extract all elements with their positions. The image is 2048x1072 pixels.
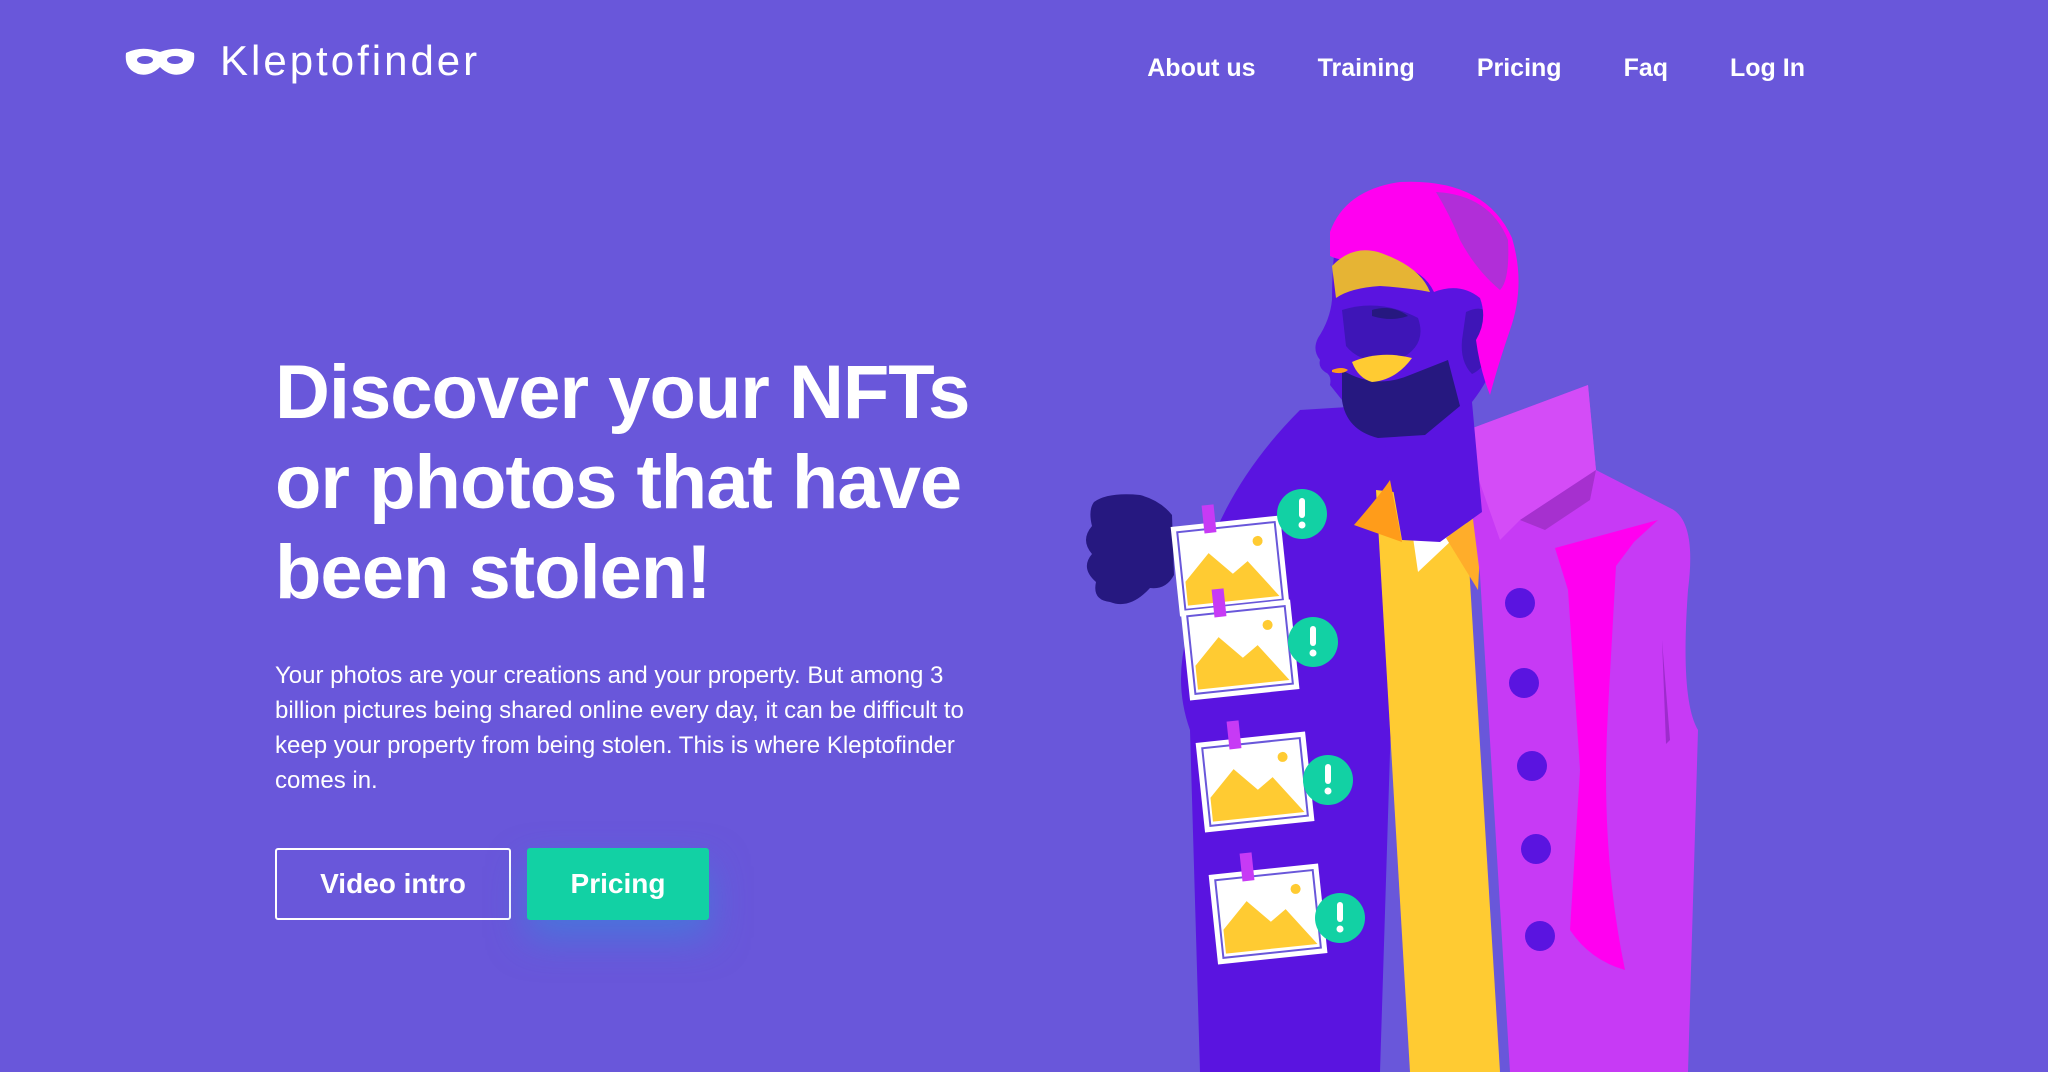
exclamation-icon (1277, 489, 1327, 539)
hero-illustration (1086, 181, 1698, 1072)
brand-logo[interactable]: Kleptofinder (124, 40, 480, 82)
coat-button (1525, 921, 1555, 951)
brand-name: Kleptofinder (220, 37, 481, 84)
coat-button (1521, 834, 1551, 864)
nav-faq[interactable]: Faq (1624, 54, 1668, 83)
hero-section: Discover your NFTs or photos that have b… (275, 348, 995, 920)
hero-title-line: Discover your NFTs (275, 350, 970, 435)
hand (1086, 494, 1174, 605)
nav-training[interactable]: Training (1318, 54, 1415, 83)
hero-description: Your photos are your creations and your … (275, 662, 964, 794)
cta-buttons: Video intro Pricing (275, 848, 995, 920)
hero-title-line: been stolen! (275, 530, 712, 615)
exclamation-icon (1303, 755, 1353, 805)
coat-button (1509, 668, 1539, 698)
main-nav: About us Training Pricing Faq Log In (1147, 54, 1805, 83)
coat-button (1505, 588, 1535, 618)
nav-about-us[interactable]: About us (1147, 54, 1255, 83)
nav-pricing[interactable]: Pricing (1477, 54, 1562, 83)
exclamation-icon (1288, 617, 1338, 667)
nav-log-in[interactable]: Log In (1730, 54, 1805, 83)
pricing-button[interactable]: Pricing (527, 848, 709, 920)
coat-button (1517, 751, 1547, 781)
landing-page: Kleptofinder About us Training Pricing F… (0, 0, 2048, 1072)
exclamation-icon (1315, 893, 1365, 943)
mask-icon (125, 48, 195, 75)
video-intro-button[interactable]: Video intro (275, 848, 511, 920)
hero-title-line: or photos that have (275, 440, 962, 525)
hero-title: Discover your NFTs or photos that have b… (275, 348, 995, 618)
